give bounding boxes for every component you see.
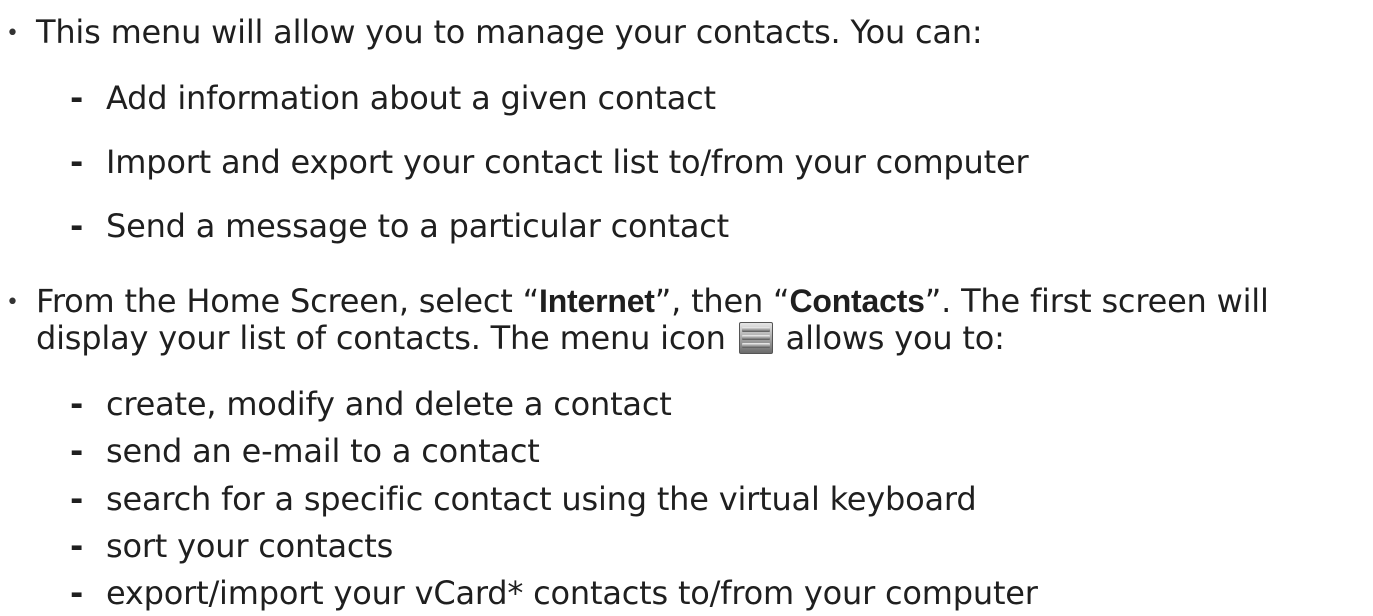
dash-marker: - [70, 480, 84, 518]
sub-item-text: Import and export your contact list to/f… [106, 143, 1029, 181]
text-run: allows you to: [775, 319, 1005, 357]
dash-marker: - [70, 143, 84, 181]
menu-icon [738, 322, 773, 354]
sub-item: - send an e-mail to a contact [0, 431, 1360, 471]
dash-marker: - [70, 574, 84, 612]
dash-marker: - [70, 527, 84, 565]
sub-item-text: search for a specific contact using the … [106, 480, 977, 518]
contacts-label: Contacts [789, 283, 925, 319]
document-page: • This menu will allow you to manage you… [0, 0, 1373, 616]
text-run: From the Home Screen, select “ [36, 282, 540, 320]
dash-marker: - [70, 79, 84, 117]
bullet-text: This menu will allow you to manage your … [36, 13, 983, 51]
sub-item-text: sort your contacts [106, 527, 394, 565]
sub-item: - create, modify and delete a contact [0, 384, 1360, 424]
sub-item-text: export/import your vCard* contacts to/fr… [106, 574, 1038, 612]
sub-item: - search for a specific contact using th… [0, 479, 1360, 519]
sub-item-text: create, modify and delete a contact [106, 385, 672, 423]
text-run: ”, then “ [654, 282, 790, 320]
sub-item: - export/import your vCard* contacts to/… [0, 573, 1360, 613]
sub-item-text: Add information about a given contact [106, 79, 716, 117]
sub-item-text: send an e-mail to a contact [106, 432, 540, 470]
sub-item: - Import and export your contact list to… [0, 142, 1360, 182]
internet-label: Internet [539, 283, 655, 319]
sub-item: - Add information about a given contact [0, 78, 1360, 118]
dash-marker: - [70, 207, 84, 245]
dash-marker: - [70, 432, 84, 470]
sub-item: - Send a message to a particular contact [0, 206, 1360, 246]
bullet-marker: • [6, 21, 19, 46]
sub-item: - sort your contacts [0, 526, 1360, 566]
bullet-marker: • [6, 290, 19, 315]
bullet-text: From the Home Screen, select “Internet”,… [36, 283, 1360, 357]
dash-marker: - [70, 385, 84, 423]
sub-item-text: Send a message to a particular contact [106, 207, 729, 245]
